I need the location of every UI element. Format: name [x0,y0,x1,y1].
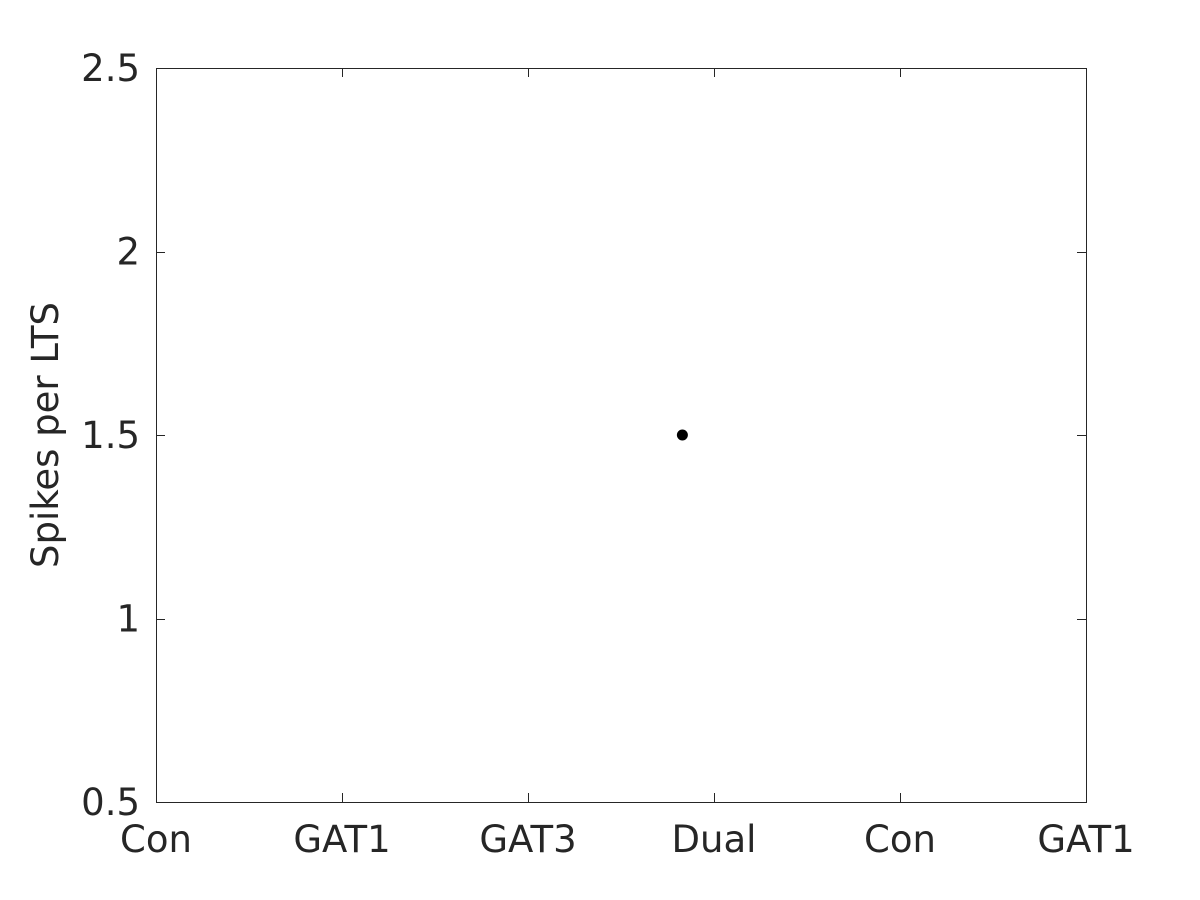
x-ticks: Con GAT1 GAT3 Dual Con GAT1 [120,68,1135,861]
x-tick-label: Dual [672,818,757,861]
y-tick-label: 1 [116,598,140,641]
y-ticks: 0.5 1 1.5 2 2.5 [81,47,1086,824]
x-tick-label: GAT3 [479,818,576,861]
x-tick-label: GAT1 [293,818,390,861]
y-tick-label: 1.5 [81,414,140,457]
x-tick-label: GAT1 [1037,818,1134,861]
y-axis-label: Spikes per LTS [24,302,67,568]
x-tick-label: Con [864,818,936,861]
data-points [676,429,688,441]
x-tick-label: Con [120,818,192,861]
data-point [676,429,688,441]
chart: Con GAT1 GAT3 Dual Con GAT1 0.5 1 1.5 2 2.5 Spike… [24,47,1135,861]
y-tick-label: 2.5 [81,47,140,90]
axes-box [156,68,1087,803]
y-tick-label: 0.5 [81,781,140,824]
plot-area [156,68,1087,803]
y-tick-label: 2 [116,231,140,274]
